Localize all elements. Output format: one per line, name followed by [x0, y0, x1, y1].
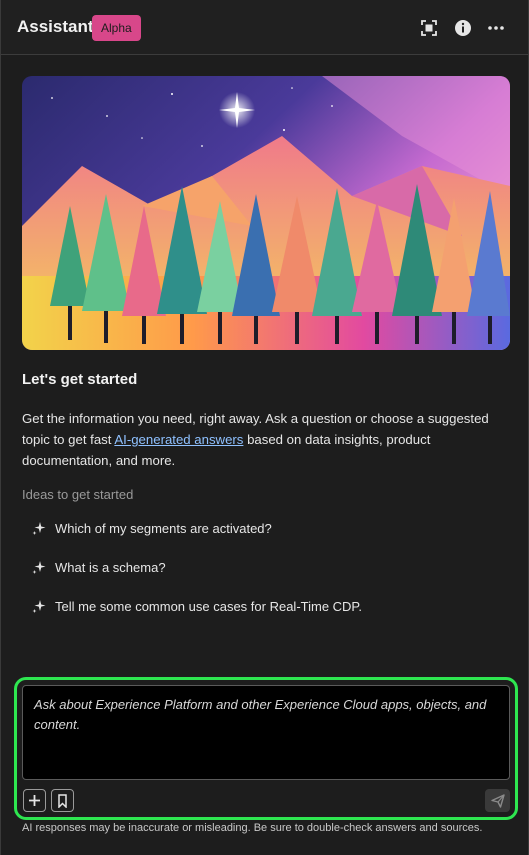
more-button[interactable]	[484, 16, 508, 40]
panel-title: Assistant	[17, 17, 94, 36]
getting-started-heading: Let's get started	[22, 371, 138, 388]
disclaimer-text: AI responses may be inaccurate or mislea…	[22, 822, 483, 834]
expand-icon	[421, 20, 437, 36]
bookmark-button[interactable]	[51, 789, 74, 812]
info-button[interactable]	[451, 16, 475, 40]
idea-item[interactable]: Which of my segments are activated?	[31, 517, 272, 539]
sparkle-icon	[32, 561, 46, 574]
idea-item[interactable]: Tell me some common use cases for Real-T…	[31, 595, 362, 617]
send-button[interactable]	[485, 789, 510, 812]
info-icon	[455, 20, 471, 36]
prompt-input[interactable]: Ask about Experience Platform and other …	[22, 685, 510, 780]
send-icon	[490, 793, 505, 808]
idea-label: Which of my segments are activated?	[55, 520, 272, 536]
expand-button[interactable]	[417, 16, 441, 40]
idea-label: Tell me some common use cases for Real-T…	[55, 598, 363, 614]
idea-label: What is a schema?	[55, 559, 166, 575]
idea-item[interactable]: What is a schema?	[31, 556, 166, 578]
more-icon	[488, 26, 504, 30]
panel-header: Assistant Alpha	[1, 0, 528, 55]
plus-icon	[29, 795, 40, 806]
ai-answers-link[interactable]: AI-generated answers	[114, 432, 243, 447]
sparkle-icon	[32, 600, 46, 613]
add-button[interactable]	[23, 789, 46, 812]
ideas-title: Ideas to get started	[22, 487, 134, 502]
intro-text: Get the information you need, right away…	[22, 408, 512, 471]
sparkle-icon	[32, 522, 46, 535]
alpha-badge: Alpha	[92, 15, 141, 41]
bookmark-icon	[58, 793, 67, 808]
hero-illustration	[22, 76, 510, 350]
